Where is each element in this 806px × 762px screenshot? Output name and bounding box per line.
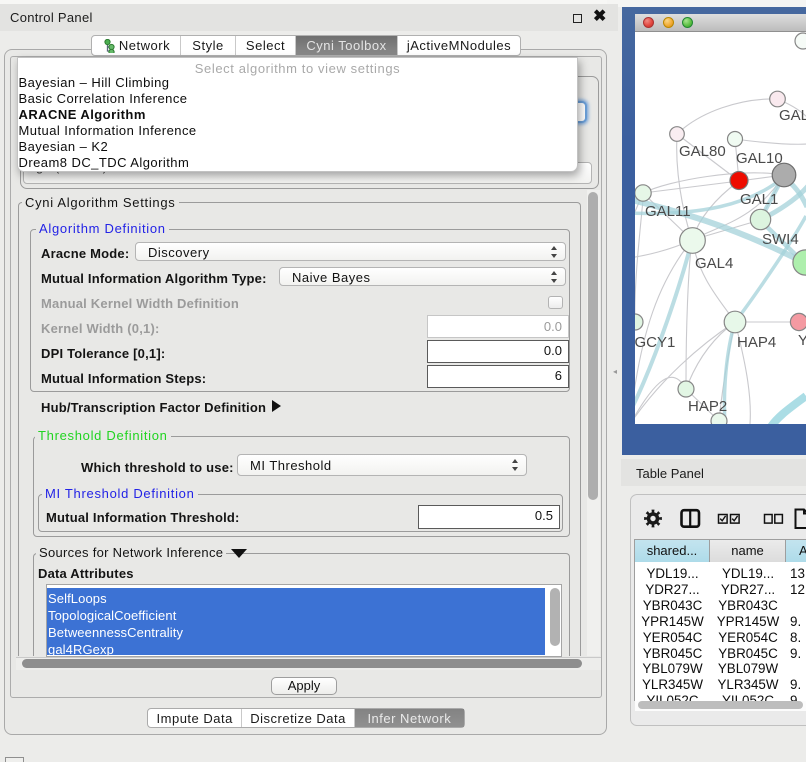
svg-text:Y: Y xyxy=(798,332,806,349)
svg-text:GAL4: GAL4 xyxy=(695,255,733,272)
svg-text:GAL1: GAL1 xyxy=(740,191,778,208)
svg-text:GAL7: GAL7 xyxy=(779,107,806,124)
svg-text:GAL11: GAL11 xyxy=(645,203,691,220)
svg-text:SWI4: SWI4 xyxy=(762,231,799,248)
svg-text:GAL80: GAL80 xyxy=(679,143,726,160)
svg-text:HAP2: HAP2 xyxy=(688,398,727,415)
svg-text:HAP4: HAP4 xyxy=(737,334,776,351)
svg-text:GAL10: GAL10 xyxy=(736,150,783,167)
svg-text:GCY1: GCY1 xyxy=(635,334,675,351)
